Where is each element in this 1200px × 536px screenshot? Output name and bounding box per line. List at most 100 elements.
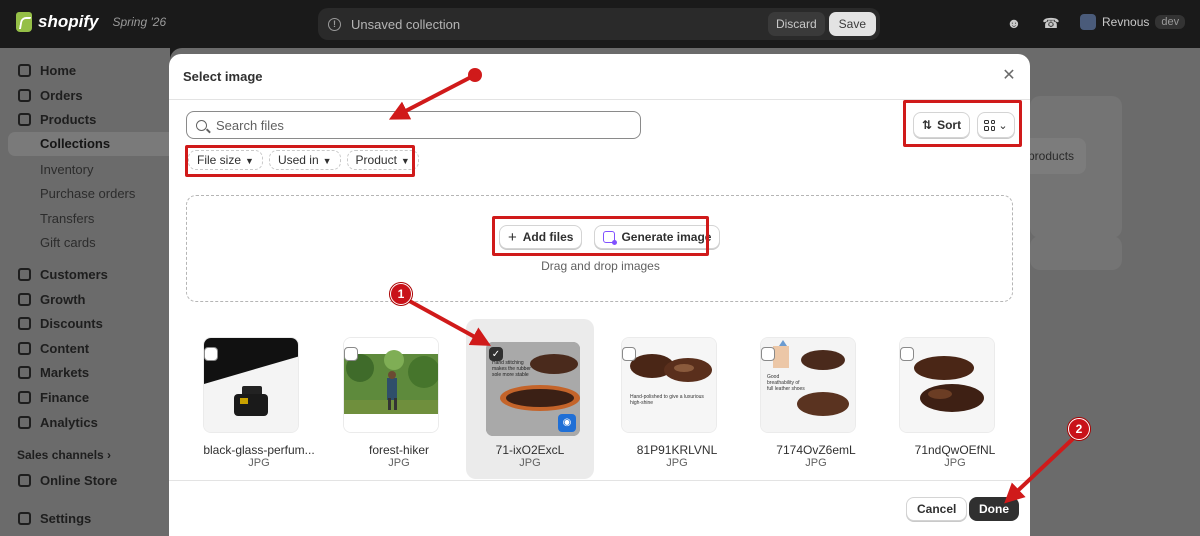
content-icon [18, 341, 31, 355]
close-icon[interactable]: ✕ [1001, 68, 1017, 84]
save-button[interactable]: Save [828, 12, 876, 36]
file-tile[interactable]: black-glass-perfum... JPG [195, 319, 323, 479]
sidebar-item-content[interactable]: Content [8, 336, 170, 360]
shopify-bag-icon [16, 12, 32, 32]
store-badge: dev [1155, 15, 1186, 29]
dropzone-hint: Drag and drop images [541, 259, 660, 273]
annotation-box-filters [185, 145, 415, 177]
annotation-box-add-generate [492, 216, 709, 256]
store-avatar [1080, 14, 1096, 30]
modal-footer: Cancel Done [169, 480, 1030, 536]
sidebar-item-orders[interactable]: Orders [8, 83, 170, 107]
home-icon [18, 63, 31, 77]
sidebar-item-settings[interactable]: Settings [8, 506, 170, 530]
sidebar-item-online-store[interactable]: Online Store [8, 468, 170, 492]
search-icon [196, 119, 207, 131]
file-checkbox-checked[interactable]: ✓ [489, 347, 503, 361]
sidebar-item-inventory[interactable]: Inventory [40, 162, 93, 177]
sidebar-item-collections[interactable]: Collections [8, 132, 170, 156]
file-tile-selected[interactable]: ✓ Hand stitching makes the rubber sole m… [466, 319, 594, 479]
sidebar-item-label: Orders [40, 87, 83, 103]
file-name: forest-hiker [368, 443, 430, 457]
sidebar-item-label: Online Store [40, 472, 118, 488]
sidebar-item-purchase-orders[interactable]: Purchase orders [40, 186, 135, 201]
sidebar-item-label: Products [40, 111, 97, 127]
file-name: black-glass-perfum... [203, 443, 315, 457]
brand-wordmark: shopify [38, 12, 99, 31]
thumbnail-caption: Good breathability of full leather shoes [767, 374, 805, 392]
shopify-logo[interactable]: shopify Spring '26 [16, 12, 166, 32]
perfume-image [204, 338, 298, 432]
finance-icon [18, 390, 31, 404]
store-switcher[interactable]: Revnous dev [1080, 14, 1186, 30]
file-checkbox[interactable] [204, 347, 218, 361]
sidebar-item-label: Customers [40, 266, 108, 282]
file-type: JPG [248, 457, 270, 469]
top-bar: shopify Spring '26 ! Unsaved collection … [0, 0, 1200, 48]
sidekick-icon[interactable]: ☻ [1005, 14, 1023, 32]
orders-icon [18, 88, 31, 102]
sidebar-item-growth[interactable]: Growth [8, 287, 170, 311]
select-image-modal: Select image ✕ File size▼ Used in▼ Produ… [169, 54, 1030, 536]
unsaved-changes-bar: ! Unsaved collection Discard Save [318, 8, 880, 40]
file-tile[interactable]: 71ndQwOEfNL JPG [891, 319, 1019, 479]
sidebar-item-finance[interactable]: Finance [8, 385, 170, 409]
search-input-wrapper[interactable] [186, 111, 641, 139]
sidebar-item-products[interactable]: Products [8, 107, 170, 131]
annotation-box-sort-view [903, 100, 1022, 147]
file-checkbox[interactable] [761, 347, 775, 361]
sales-channels-text: Sales channels [17, 448, 104, 462]
sidebar-item-label: Discounts [40, 315, 103, 331]
search-input[interactable] [216, 117, 616, 133]
sidebar-item-transfers[interactable]: Transfers [40, 211, 94, 226]
sidebar-item-label: Settings [40, 510, 92, 526]
file-tile[interactable]: Good breathability of full leather shoes… [752, 319, 880, 479]
sidebar-item-markets[interactable]: Markets [8, 360, 170, 384]
edition-label: Spring '26 [112, 15, 167, 29]
sidebar-item-analytics[interactable]: Analytics [8, 410, 170, 434]
file-type: JPG [388, 457, 410, 469]
analytics-icon [18, 415, 31, 429]
sidebar-item-gift-cards[interactable]: Gift cards [40, 235, 96, 250]
sidebar-item-label: Home [40, 62, 77, 78]
file-name: 71ndQwOEfNL [914, 443, 996, 457]
sidebar-item-label: Finance [40, 389, 90, 405]
file-tile[interactable]: forest-hiker JPG [335, 319, 463, 479]
person-icon [18, 267, 31, 281]
forest-hiker-image [344, 338, 438, 432]
file-checkbox[interactable] [344, 347, 358, 361]
file-checkbox[interactable] [622, 347, 636, 361]
file-tile[interactable]: Hand-polished to give a luxurious high-s… [613, 319, 741, 479]
modal-title: Select image [183, 69, 263, 84]
warning-icon: ! [328, 17, 341, 31]
sidebar-item-label: Analytics [40, 414, 98, 430]
sidebar-item-home[interactable]: Home [8, 58, 170, 82]
modal-header: Select image ✕ [169, 54, 1030, 100]
sales-channels-label[interactable]: Sales channels › [17, 448, 111, 462]
gear-icon [18, 511, 31, 525]
file-type: JPG [666, 457, 688, 469]
sidebar-item-customers[interactable]: Customers [8, 262, 170, 286]
bell-icon[interactable]: ☎ [1042, 14, 1060, 32]
file-name: 81P91KRLVNL [636, 443, 718, 457]
store-name: Revnous [1102, 15, 1150, 29]
polished-shoes-image [622, 338, 716, 432]
file-type: JPG [944, 457, 966, 469]
file-name: 7174OvZ6emL [776, 443, 856, 457]
unsaved-text: Unsaved collection [351, 16, 461, 32]
oxford-shoes-image [900, 338, 994, 432]
sidebar-item-discounts[interactable]: Discounts [8, 311, 170, 335]
step-badge-1: 1 [390, 283, 412, 305]
store-icon [18, 473, 31, 487]
globe-icon [18, 365, 31, 379]
file-checkbox[interactable] [900, 347, 914, 361]
done-button[interactable]: Done [969, 497, 1019, 521]
thumbnail-caption: Hand-polished to give a luxurious high-s… [630, 394, 704, 406]
sidebar-item-label: Content [40, 340, 90, 356]
discount-icon [18, 316, 31, 330]
cancel-button[interactable]: Cancel [906, 497, 968, 521]
sidebar: Home Orders Products Collections Invento… [0, 48, 170, 536]
eye-icon[interactable]: ◉ [558, 414, 576, 432]
sidebar-item-label: Markets [40, 364, 90, 380]
discard-button[interactable]: Discard [767, 12, 825, 36]
